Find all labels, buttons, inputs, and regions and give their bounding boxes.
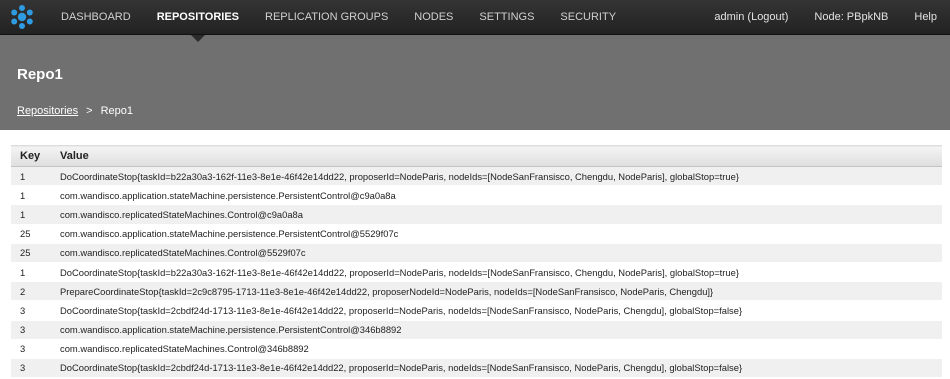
page-title: Repo1	[17, 66, 63, 83]
cell-value: com.wandisco.application.stateMachine.pe…	[51, 320, 942, 340]
nav-replication-groups[interactable]: REPLICATION GROUPS	[252, 0, 401, 34]
column-header-value[interactable]: Value	[51, 145, 942, 167]
cell-value: com.wandisco.application.stateMachine.pe…	[51, 185, 942, 206]
cell-key: 25	[11, 243, 51, 263]
breadcrumb-repositories-link[interactable]: Repositories	[17, 105, 78, 117]
nav-settings[interactable]: SETTINGS	[466, 0, 547, 34]
main-content: Key Value 1 DoCoordinateStop{taskId=b22a3…	[0, 130, 950, 379]
help-link[interactable]: Help	[901, 0, 950, 34]
table-row[interactable]: 3 DoCoordinateStop{taskId=2cbdf24d-1713-1…	[11, 300, 942, 321]
main-nav: DASHBOARD REPOSITORIES REPLICATION GROUP…	[48, 0, 629, 42]
page-header: Repo1 Repositories > Repo1	[0, 35, 950, 130]
table-row[interactable]: 25 com.wandisco.replicatedStateMachines.C…	[11, 243, 942, 263]
breadcrumb-separator: >	[86, 105, 93, 117]
table-row[interactable]: 3 com.wandisco.application.stateMachine.p…	[11, 320, 942, 340]
table-header-row: Key Value	[11, 145, 942, 167]
cell-key: 3	[11, 339, 51, 359]
nav-nodes[interactable]: NODES	[401, 0, 466, 34]
logout-link[interactable]: admin (Logout)	[701, 0, 801, 34]
nav-security[interactable]: SECURITY	[547, 0, 629, 34]
table-row[interactable]: 1 com.wandisco.application.stateMachine.p…	[11, 185, 942, 206]
column-header-key[interactable]: Key	[11, 145, 51, 167]
nav-dashboard[interactable]: DASHBOARD	[48, 0, 144, 34]
table-row[interactable]: 3 com.wandisco.replicatedStateMachines.Co…	[11, 339, 942, 359]
breadcrumb: Repositories > Repo1	[17, 105, 950, 117]
top-navigation-bar: DASHBOARD REPOSITORIES REPLICATION GROUP…	[0, 0, 950, 42]
cell-value: DoCoordinateStop{taskId=b22a30a3-162f-11…	[51, 262, 942, 283]
nav-repositories[interactable]: REPOSITORIES	[144, 0, 252, 42]
breadcrumb-current: Repo1	[100, 105, 133, 117]
table-row[interactable]: 1 DoCoordinateStop{taskId=b22a30a3-162f-1…	[11, 166, 942, 187]
cell-value: com.wandisco.replicatedStateMachines.Con…	[51, 243, 942, 263]
cell-value: com.wandisco.replicatedStateMachines.Con…	[51, 339, 942, 359]
cell-key: 3	[11, 358, 51, 379]
cell-key: 1	[11, 185, 51, 206]
cell-value: DoCoordinateStop{taskId=b22a30a3-162f-11…	[51, 166, 942, 187]
cell-key: 1	[11, 262, 51, 283]
table-row[interactable]: 25 com.wandisco.application.stateMachine.…	[11, 224, 942, 244]
table-row[interactable]: 3 DoCoordinateStop{taskId=2cbdf24d-1713-1…	[11, 358, 942, 379]
node-label: Node: PBpkNB	[814, 11, 889, 23]
table-row[interactable]: 2 PrepareCoordinateStop{taskId=2c9c8795-1…	[11, 281, 942, 302]
cell-value: com.wandisco.application.stateMachine.pe…	[51, 224, 942, 244]
cell-key: 2	[11, 281, 51, 302]
cell-value: DoCoordinateStop{taskId=2cbdf24d-1713-11…	[51, 358, 942, 379]
cell-key: 25	[11, 224, 51, 244]
cell-key: 3	[11, 300, 51, 321]
cell-key: 1	[11, 204, 51, 225]
table-row[interactable]: 1 com.wandisco.replicatedStateMachines.Co…	[11, 204, 942, 225]
key-value-table: Key Value 1 DoCoordinateStop{taskId=b22a3…	[11, 145, 942, 379]
wandisco-logo-icon[interactable]	[9, 4, 35, 30]
table-row[interactable]: 1 DoCoordinateStop{taskId=b22a30a3-162f-1…	[11, 262, 942, 283]
cell-value: DoCoordinateStop{taskId=2cbdf24d-1713-11…	[51, 300, 942, 321]
cell-value: com.wandisco.replicatedStateMachines.Con…	[51, 204, 942, 225]
cell-key: 1	[11, 166, 51, 187]
user-area: admin (Logout) Node: PBpkNB Help	[701, 0, 950, 34]
cell-key: 3	[11, 320, 51, 340]
cell-value: PrepareCoordinateStop{taskId=2c9c8795-17…	[51, 281, 942, 302]
